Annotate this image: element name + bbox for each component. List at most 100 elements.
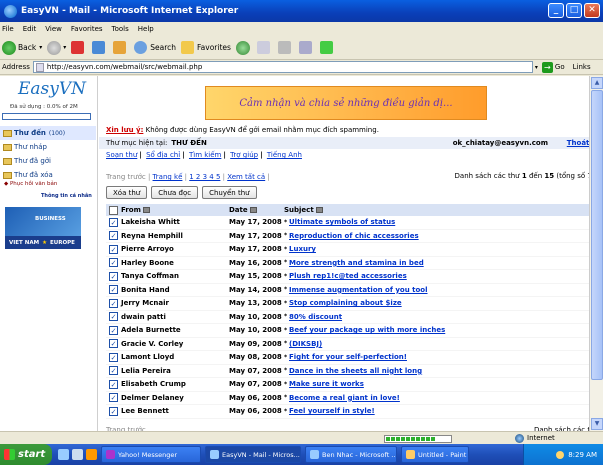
start-button[interactable]: start — [0, 444, 52, 465]
easyvn-logo[interactable]: EasyVN — [18, 79, 86, 99]
tray-icon[interactable] — [556, 450, 565, 459]
table-row[interactable]: ✓ Adela Burnette May 10, 2008 * Beef your pa… — [106, 324, 603, 338]
table-row[interactable]: ✓ Lelia Pereira May 07, 2008 * Dance in the … — [106, 365, 603, 378]
subject-link[interactable]: Beef your package up with more inches — [289, 326, 445, 334]
links-label[interactable]: Links — [573, 63, 591, 71]
subject-link[interactable]: Reproduction of chic accessories — [289, 232, 419, 240]
close-icon[interactable]: ✕ — [584, 3, 600, 18]
pager-all[interactable]: Xem tất cả — [227, 173, 265, 181]
menu-favorites[interactable]: Favorites — [71, 25, 103, 33]
table-row[interactable]: ✓ Pierre Arroyo May 17, 2008 * Luxury — [106, 243, 603, 257]
chevron-down-icon[interactable]: ▾ — [63, 44, 66, 51]
print-button[interactable] — [277, 41, 294, 54]
addressbook-link[interactable]: Sổ địa chỉ — [146, 151, 180, 159]
compose-link[interactable]: Soạn thư — [106, 151, 137, 159]
sort-icon[interactable] — [315, 207, 323, 213]
row-checkbox[interactable]: ✓ — [109, 258, 118, 268]
table-row[interactable]: ✓ Lakeisha Whitt May 17, 2008 * Ultimate sym… — [106, 216, 603, 230]
move-button[interactable]: Chuyển thư — [202, 186, 257, 199]
subject-link[interactable]: Make sure it works — [289, 380, 364, 388]
back-button[interactable]: Back ▾ — [2, 40, 42, 55]
table-row[interactable]: ✓ Delmer Delaney May 06, 2008 * Become a rea… — [106, 392, 603, 405]
vertical-scrollbar[interactable]: ▲ ▼ — [589, 76, 603, 431]
desktop-icon[interactable] — [72, 449, 83, 460]
folder-inbox[interactable]: Thư đến (100) — [0, 126, 96, 140]
row-checkbox[interactable]: ✓ — [109, 366, 118, 376]
date-column-header[interactable]: Date — [229, 206, 284, 214]
row-checkbox[interactable]: ✓ — [109, 285, 118, 295]
menu-file[interactable]: File — [2, 25, 14, 33]
row-checkbox[interactable]: ✓ — [109, 339, 118, 349]
table-row[interactable]: ✓ Reyna Hemphill May 17, 2008 * Reproduction… — [106, 230, 603, 243]
subject-link[interactable]: Feel yourself in style! — [289, 407, 375, 415]
maximize-icon[interactable]: □ — [566, 3, 582, 18]
mark-unread-button[interactable]: Chưa đọc — [151, 186, 199, 199]
row-checkbox[interactable]: ✓ — [109, 298, 118, 308]
menu-edit[interactable]: Edit — [23, 25, 37, 33]
row-checkbox[interactable]: ✓ — [109, 406, 118, 416]
taskbar-item-easyvn[interactable]: EasyVN - Mail - Micros... — [205, 446, 301, 463]
row-checkbox[interactable]: ✓ — [109, 379, 118, 389]
table-row[interactable]: ✓ Harley Boone May 16, 2008 * More strength … — [106, 257, 603, 270]
row-checkbox[interactable]: ✓ — [109, 244, 118, 254]
subject-link[interactable]: Luxury — [289, 245, 316, 253]
refresh-button[interactable] — [92, 41, 108, 54]
favorites-button[interactable]: Favorites — [181, 41, 231, 54]
subject-link[interactable]: Plush rep1!c@ted accessories — [289, 272, 407, 280]
chevron-down-icon[interactable]: ▾ — [39, 44, 42, 51]
business-banner[interactable]: BUSINESS VIET NAM ★ EUROPE — [5, 207, 81, 249]
minimize-icon[interactable]: _ — [548, 3, 564, 18]
history-button[interactable] — [235, 40, 252, 55]
row-checkbox[interactable]: ✓ — [109, 312, 118, 322]
row-checkbox[interactable]: ✓ — [109, 325, 118, 335]
row-checkbox[interactable]: ✓ — [109, 271, 118, 281]
table-row[interactable]: ✓ Elisabeth Crump May 07, 2008 * Make sure i… — [106, 378, 603, 392]
table-row[interactable]: ✓ dwain patti May 10, 2008 * 80% discount — [106, 311, 603, 324]
select-all-checkbox[interactable] — [109, 205, 118, 215]
subject-link[interactable]: Become a real giant in love! — [289, 394, 400, 402]
subject-link[interactable]: More strength and stamina in bed — [289, 259, 424, 267]
forward-button[interactable]: ▾ — [47, 40, 66, 55]
subject-link[interactable]: 80% discount — [289, 313, 342, 321]
table-row[interactable]: ✓ Lamont Lloyd May 08, 2008 * Fight for your… — [106, 351, 603, 365]
taskbar-item-paint[interactable]: Untitled - Paint — [401, 446, 469, 463]
taskbar-item-yahoo[interactable]: Yahoo! Messenger — [101, 446, 201, 463]
row-checkbox[interactable]: ✓ — [109, 393, 118, 403]
pager-pages[interactable]: 1 2 3 4 5 — [189, 173, 220, 181]
media-icon[interactable] — [86, 449, 97, 460]
scroll-down-icon[interactable]: ▼ — [591, 418, 603, 430]
table-row[interactable]: ✓ Tanya Coffman May 15, 2008 * Plush rep1!c@… — [106, 270, 603, 284]
subject-link[interactable]: Immense augmentation of you tool — [289, 286, 428, 294]
scroll-thumb[interactable] — [591, 90, 603, 380]
chevron-down-icon[interactable]: ▾ — [535, 64, 538, 71]
edit-button[interactable] — [298, 41, 315, 54]
menu-help[interactable]: Help — [138, 25, 154, 33]
address-input[interactable]: http://easyvn.com/webmail/src/webmail.ph… — [32, 61, 533, 73]
scroll-up-icon[interactable]: ▲ — [591, 77, 603, 89]
table-row[interactable]: ✓ Lee Bennett May 06, 2008 * Feel yourself i… — [106, 405, 603, 419]
pager-next[interactable]: Trang kế — [153, 173, 183, 181]
ad-banner[interactable]: Cảm nhận và chia sẻ những điều giản dị..… — [205, 86, 487, 120]
sort-icon[interactable] — [249, 207, 257, 213]
ie-icon[interactable] — [58, 449, 69, 460]
menu-tools[interactable]: Tools — [112, 25, 129, 33]
menu-view[interactable]: View — [45, 25, 62, 33]
recover-link[interactable]: ◆ Phục hồi văn bản — [4, 181, 57, 187]
folder-trash[interactable]: Thư đã xóa — [0, 168, 96, 182]
folder-drafts[interactable]: Thư nháp — [0, 140, 96, 154]
subject-link[interactable]: Dance in the sheets all night long — [289, 367, 422, 375]
sort-icon[interactable] — [142, 207, 150, 213]
messenger-button[interactable] — [319, 41, 336, 54]
taskbar-item-bennhac[interactable]: Ben Nhac - Microsoft ... — [305, 446, 397, 463]
subject-link[interactable]: Fight for your self-perfection! — [289, 353, 407, 361]
row-checkbox[interactable]: ✓ — [109, 217, 118, 227]
personal-info-link[interactable]: Thông tin cá nhân — [41, 193, 92, 199]
from-column-header[interactable]: From — [121, 206, 229, 214]
stop-button[interactable] — [71, 41, 87, 54]
help-link[interactable]: Trợ giúp — [230, 151, 258, 159]
search-link[interactable]: Tìm kiếm — [189, 151, 221, 159]
go-button[interactable]: → Go — [541, 61, 565, 73]
table-row[interactable]: ✓ Jerry Mcnair May 13, 2008 * Stop complaini… — [106, 297, 603, 311]
table-row[interactable]: ✓ Bonita Hand May 14, 2008 * Immense augment… — [106, 284, 603, 297]
subject-link[interactable]: Ultimate symbols of status — [289, 218, 395, 226]
